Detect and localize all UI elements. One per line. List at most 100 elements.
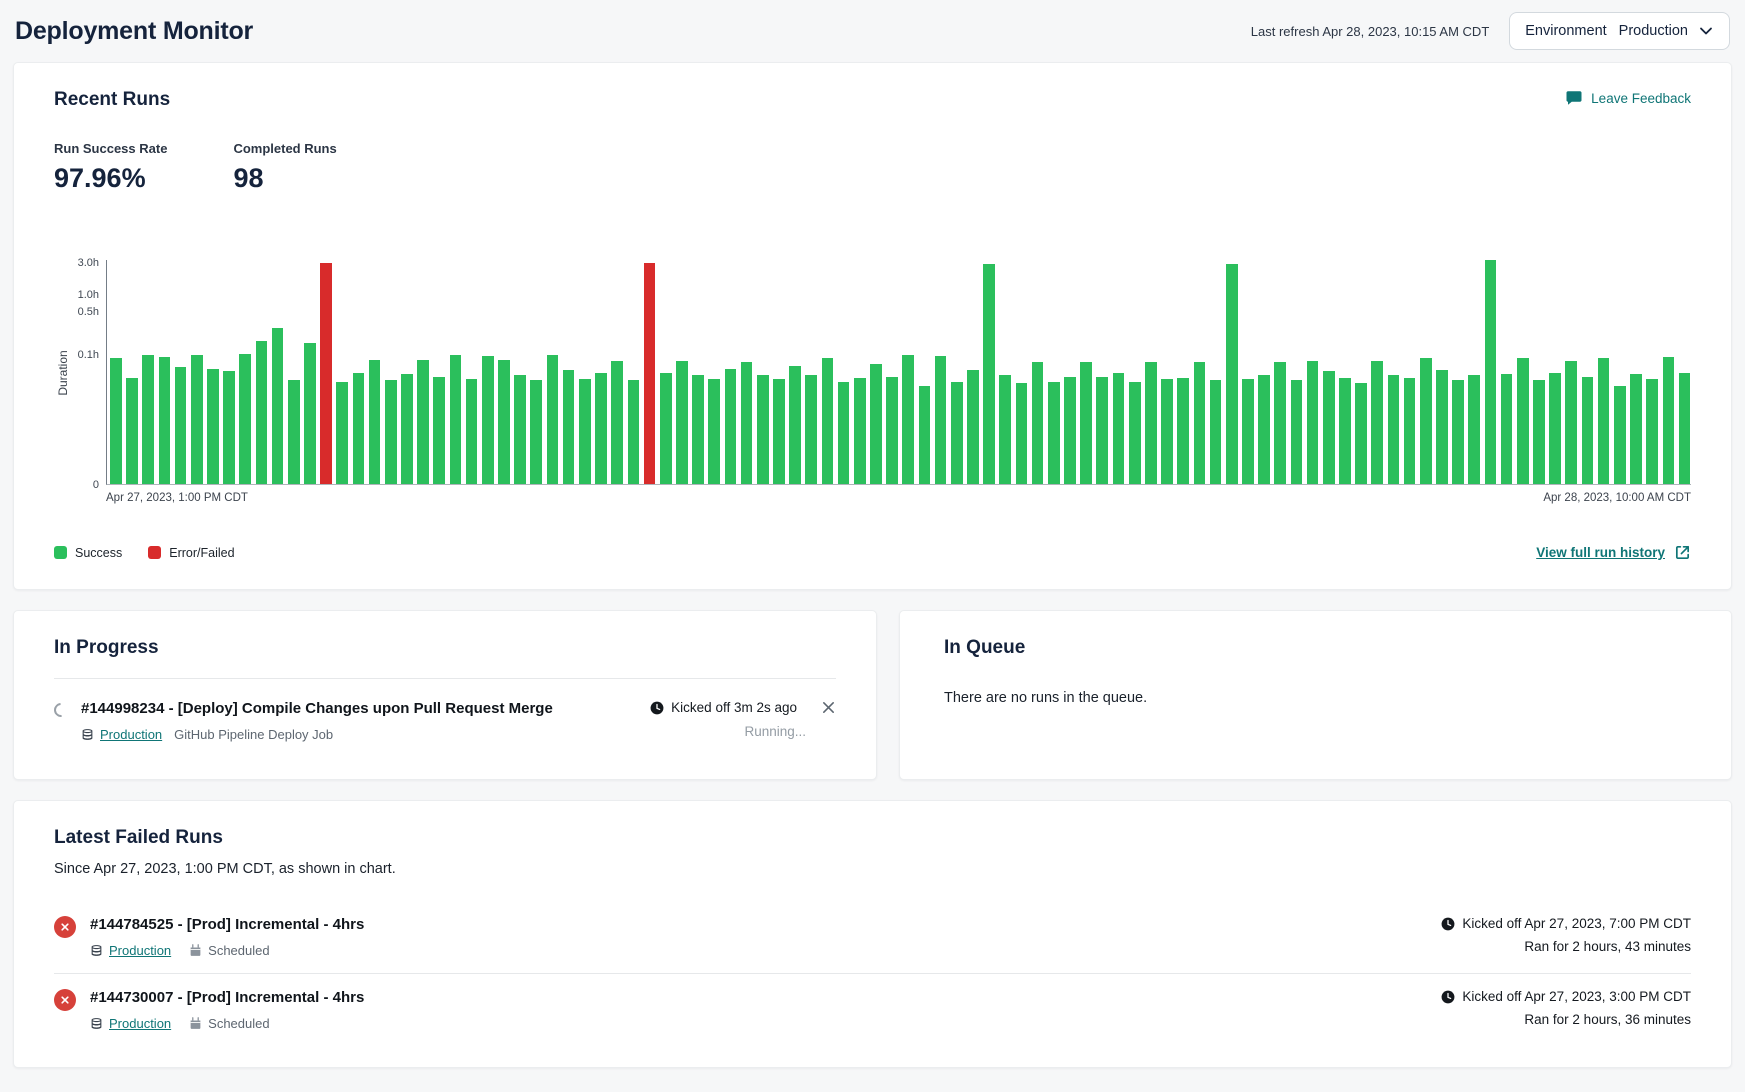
leave-feedback-link[interactable]: Leave Feedback	[1565, 89, 1691, 107]
chart-bar-success	[1177, 378, 1189, 484]
middle-row: In Progress #144998234 - [Deploy] Compil…	[13, 610, 1732, 780]
environment-dropdown[interactable]: Environment Production	[1509, 12, 1730, 50]
chart-bar-success	[902, 355, 914, 484]
chart-bar-success	[563, 370, 575, 484]
stat-label: Completed Runs	[233, 141, 336, 156]
chart-bar-success	[579, 379, 591, 484]
legend-swatch	[148, 546, 161, 559]
legend-label: Success	[75, 546, 122, 560]
chart-bar-success	[1630, 374, 1642, 484]
chart-bar-success	[385, 380, 397, 484]
chart-bar-success	[450, 355, 462, 484]
queue-empty-message: There are no runs in the queue.	[944, 690, 1687, 706]
recent-runs-card: Recent Runs Leave Feedback Run Success R…	[13, 62, 1732, 590]
chart-bar-success	[660, 373, 672, 484]
chart-bar-success	[256, 341, 268, 484]
chart-bar-success	[838, 382, 850, 484]
topbar: Deployment Monitor Last refresh Apr 28, …	[13, 0, 1732, 62]
chart-bar-success	[1129, 382, 1141, 484]
chart-bar-success	[482, 356, 494, 484]
chart-bar-success	[1064, 377, 1076, 484]
topbar-right: Last refresh Apr 28, 2023, 10:15 AM CDT …	[1251, 12, 1730, 50]
run-meta: Production Scheduled	[90, 943, 364, 958]
run-main: #144730007 - [Prod] Incremental - 4hrs P…	[90, 989, 364, 1031]
kicked-off-text: Kicked off 3m 2s ago	[671, 700, 797, 715]
database-icon	[81, 728, 94, 741]
chart-bar-success	[1016, 383, 1028, 484]
chart-bar-success	[1404, 378, 1416, 484]
environment-link[interactable]: Production	[90, 1016, 171, 1031]
chart-bar-success	[175, 367, 187, 484]
stat-completed-runs: Completed Runs 98	[233, 141, 336, 194]
chart-bar-success	[110, 358, 122, 484]
chart-footer: Success Error/Failed View full run histor…	[54, 544, 1691, 561]
trigger: Scheduled	[189, 1016, 269, 1031]
chart-bar-success	[1663, 357, 1675, 484]
chart-y-axis: Duration 00.1h0.5h1.0h3.0h	[54, 260, 106, 485]
chart-main: Apr 27, 2023, 1:00 PM CDT Apr 28, 2023, …	[106, 260, 1691, 504]
chart-bar-success	[1339, 378, 1351, 484]
chart-bar-success	[757, 375, 769, 484]
chart-bar-success	[239, 354, 251, 484]
y-tick-label: 1.0h	[78, 289, 99, 301]
chart-bar-success	[1145, 362, 1157, 484]
chart-bar-success	[1323, 371, 1335, 484]
chart-bar-success	[1533, 380, 1545, 484]
dismiss-run-button[interactable]	[821, 700, 836, 715]
stat-run-success-rate: Run Success Rate 97.96%	[54, 141, 167, 194]
chart-bar-success	[725, 369, 737, 484]
chart-bar-success	[692, 375, 704, 484]
chart-bar-success	[1371, 361, 1383, 484]
environment-link-label: Production	[109, 943, 171, 958]
chart-bar-success	[967, 370, 979, 484]
kicked-off-text: Kicked off Apr 27, 2023, 3:00 PM CDT	[1462, 989, 1691, 1004]
kicked-off: Kicked off Apr 27, 2023, 7:00 PM CDT	[1441, 916, 1691, 931]
clock-icon	[1441, 990, 1455, 1004]
chart-bar-success	[1242, 379, 1254, 484]
chart-bar-success	[498, 360, 510, 484]
chart-bar-success	[1501, 374, 1513, 484]
chart-bar-success	[822, 358, 834, 484]
chart-bar-success	[611, 361, 623, 484]
deployment-monitor-page: Deployment Monitor Last refresh Apr 28, …	[0, 0, 1745, 1082]
y-tick-label: 3.0h	[78, 257, 99, 269]
view-full-run-history-link[interactable]: View full run history	[1536, 544, 1691, 561]
legend-swatch	[54, 546, 67, 559]
stat-label: Run Success Rate	[54, 141, 167, 156]
chart-bar-success	[595, 373, 607, 484]
close-icon	[821, 700, 836, 715]
environment-link[interactable]: Production	[90, 943, 171, 958]
environment-link-label: Production	[100, 727, 162, 742]
trigger-label: Scheduled	[208, 1016, 269, 1031]
chart-bar-success	[1646, 379, 1658, 484]
y-tick-label: 0.1h	[78, 349, 99, 361]
calendar-icon	[189, 1017, 202, 1030]
y-axis-title: Duration	[56, 350, 70, 395]
chart-bar-success	[1226, 264, 1238, 484]
chart-bar-success	[1080, 362, 1092, 484]
recent-runs-title: Recent Runs	[54, 89, 170, 111]
chart-bar-success	[951, 382, 963, 484]
chart-bar-success	[304, 343, 316, 484]
chart-bar-success	[1565, 361, 1577, 484]
chart-bar-success	[1048, 382, 1060, 484]
x-axis-end-label: Apr 28, 2023, 10:00 AM CDT	[1543, 492, 1691, 504]
calendar-icon	[189, 944, 202, 957]
in-progress-title: In Progress	[54, 637, 836, 659]
legend-label: Error/Failed	[169, 546, 234, 560]
failed-run-row: #144784525 - [Prod] Incremental - 4hrs P…	[54, 901, 1691, 973]
kick-line: Kicked off 3m 2s ago	[650, 700, 836, 715]
database-icon	[90, 1017, 103, 1030]
error-badge-icon	[54, 989, 76, 1011]
chart-bar-success	[1388, 375, 1400, 484]
divider	[54, 678, 836, 679]
in-progress-run-row: #144998234 - [Deploy] Compile Changes up…	[54, 700, 836, 742]
chart-bar-success	[401, 374, 413, 484]
environment-link[interactable]: Production	[81, 727, 162, 742]
chart-bar-success	[191, 355, 203, 484]
chart-bar-success	[1679, 373, 1691, 484]
chart-bar-error	[320, 263, 332, 484]
kicked-off-text: Kicked off Apr 27, 2023, 7:00 PM CDT	[1462, 916, 1691, 931]
chart-x-labels: Apr 27, 2023, 1:00 PM CDT Apr 28, 2023, …	[106, 492, 1691, 504]
chart-bar-success	[1452, 380, 1464, 484]
